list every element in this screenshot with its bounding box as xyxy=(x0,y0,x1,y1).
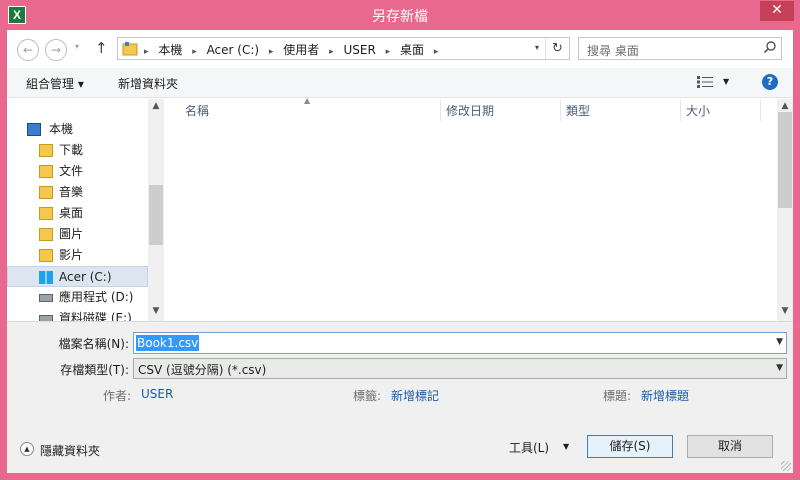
breadcrumb-item[interactable]: Acer (C:) xyxy=(207,43,260,57)
scrollbar-thumb[interactable] xyxy=(778,112,792,208)
title-label: 標題: xyxy=(603,389,632,403)
forward-button[interactable]: → xyxy=(45,39,67,61)
close-button[interactable]: ✕ xyxy=(760,1,794,21)
tree-item-downloads[interactable]: 下載 xyxy=(7,140,148,161)
tree-item-label: 桌面 xyxy=(59,206,84,220)
dialog-client: ← → ▾ ↑ ▸ 本機 ▸ Acer (C:) ▸ 使用者 ▸ USER ▸ … xyxy=(7,30,793,473)
title-bar: X 另存新檔 ✕ xyxy=(0,0,800,30)
title-field[interactable]: 新增標題 xyxy=(641,387,689,404)
breadcrumb-item[interactable]: 本機 xyxy=(158,43,182,57)
column-header-size[interactable]: 大小 xyxy=(686,99,710,123)
scrollbar-thumb[interactable] xyxy=(149,185,163,245)
column-divider[interactable] xyxy=(560,99,561,121)
desktop-folder-icon xyxy=(39,207,53,220)
tree-item-label: 資料磁碟 (E:) xyxy=(59,311,132,321)
help-icon[interactable]: ? xyxy=(762,74,778,90)
tags-label: 標籤: xyxy=(353,389,382,403)
documents-folder-icon xyxy=(39,165,53,178)
filetype-label: 存檔類型(T): xyxy=(60,363,129,377)
tree-item-drive-d[interactable]: 應用程式 (D:) xyxy=(7,287,148,308)
new-folder-button[interactable]: 新增資料夾 xyxy=(118,75,178,92)
music-folder-icon xyxy=(39,186,53,199)
search-placeholder: 搜尋 桌面 xyxy=(587,44,639,58)
sort-ascending-icon: ▲ xyxy=(304,96,311,105)
pictures-folder-icon xyxy=(39,228,53,241)
tree-item-label: 文件 xyxy=(59,164,84,178)
downloads-folder-icon xyxy=(39,144,53,157)
tags-field[interactable]: 新增標記 xyxy=(391,387,439,404)
tree-item-drive-e[interactable]: 資料磁碟 (E:) xyxy=(7,308,148,321)
tree-item-label: 影片 xyxy=(59,248,84,262)
chevron-down-icon[interactable]: ▼ xyxy=(776,363,783,373)
authors-field[interactable]: USER xyxy=(141,387,173,401)
tree-item-label: 圖片 xyxy=(59,227,84,241)
computer-icon xyxy=(27,123,41,136)
tree-item-music[interactable]: 音樂 xyxy=(7,182,148,203)
filename-value[interactable]: Book1.csv xyxy=(136,335,200,351)
tree-item-label: 音樂 xyxy=(59,185,84,199)
tree-item-label: 本機 xyxy=(49,122,74,136)
save-button[interactable]: 儲存(S) xyxy=(587,435,673,458)
authors-label: 作者: xyxy=(103,389,132,403)
filename-label: 檔案名稱(N): xyxy=(58,337,129,351)
tree-item-pictures[interactable]: 圖片 xyxy=(7,224,148,245)
view-options-icon[interactable] xyxy=(697,76,713,88)
back-button[interactable]: ← xyxy=(17,39,39,61)
tree-item-videos[interactable]: 影片 xyxy=(7,245,148,266)
save-options-panel: 檔案名稱(N): Book1.csv ▼ 存檔類型(T): CSV (逗號分隔)… xyxy=(7,321,793,473)
videos-folder-icon xyxy=(39,249,53,262)
chevron-down-icon[interactable]: ▼ xyxy=(776,337,783,347)
scroll-down-icon[interactable]: ▼ xyxy=(777,306,793,316)
command-toolbar: 組合管理 ▾ 新增資料夾 ▼ ? xyxy=(7,68,793,98)
tree-item-documents[interactable]: 文件 xyxy=(7,161,148,182)
cancel-button[interactable]: 取消 xyxy=(687,435,773,458)
breadcrumb: ▸ 本機 ▸ Acer (C:) ▸ 使用者 ▸ USER ▸ 桌面 ▸ xyxy=(144,43,439,57)
tree-item-desktop[interactable]: 桌面 xyxy=(7,203,148,224)
scroll-up-icon[interactable]: ▲ xyxy=(148,101,164,111)
hide-folders-label: 隱藏資料夾 xyxy=(40,444,101,458)
tools-button[interactable]: 工具(L) xyxy=(509,439,549,456)
refresh-button[interactable]: ↻ xyxy=(545,38,569,59)
navigation-pane-scrollbar[interactable]: ▲ ▼ xyxy=(148,99,164,321)
chevron-up-icon: ▲ xyxy=(20,442,34,456)
column-divider[interactable] xyxy=(680,99,681,121)
breadcrumb-item[interactable]: 使用者 xyxy=(283,43,319,57)
search-icon xyxy=(763,41,776,54)
resize-grip-icon[interactable] xyxy=(781,461,791,471)
tree-item-label: 下載 xyxy=(59,143,84,157)
window-title: 另存新檔 xyxy=(372,9,428,25)
folder-location-icon xyxy=(122,42,138,56)
column-header-date-modified[interactable]: 修改日期 xyxy=(446,99,494,123)
view-options-chevron-icon[interactable]: ▼ xyxy=(723,77,729,86)
tree-item-label: 應用程式 (D:) xyxy=(59,290,134,304)
search-input[interactable]: 搜尋 桌面 xyxy=(578,37,782,60)
filename-field[interactable]: Book1.csv ▼ xyxy=(133,332,787,354)
file-list-scrollbar[interactable]: ▲ ▼ xyxy=(777,99,793,321)
column-divider[interactable] xyxy=(760,99,761,121)
breadcrumb-item[interactable]: 桌面 xyxy=(400,43,424,57)
address-bar[interactable]: ▸ 本機 ▸ Acer (C:) ▸ 使用者 ▸ USER ▸ 桌面 ▸ ▾ ↻ xyxy=(117,37,570,60)
tree-item-label: Acer (C:) xyxy=(59,270,112,284)
navigation-pane: 本機 下載 文件 音樂 桌面 圖片 影片 Acer (C:) 應用程式 (D:)… xyxy=(7,99,164,321)
filetype-select[interactable]: CSV (逗號分隔) (*.csv) ▼ xyxy=(133,358,787,379)
scroll-up-icon[interactable]: ▲ xyxy=(777,101,793,111)
tools-chevron-icon[interactable]: ▼ xyxy=(563,442,569,451)
windows-drive-icon xyxy=(39,271,53,284)
column-header-name[interactable]: 名稱 xyxy=(185,99,209,123)
breadcrumb-item[interactable]: USER xyxy=(343,43,375,57)
up-button[interactable]: ↑ xyxy=(95,39,108,57)
column-divider[interactable] xyxy=(440,99,441,121)
scroll-down-icon[interactable]: ▼ xyxy=(148,306,164,316)
column-header-type[interactable]: 類型 xyxy=(566,99,590,123)
recent-locations-chevron-icon[interactable]: ▾ xyxy=(75,42,79,51)
filetype-value: CSV (逗號分隔) (*.csv) xyxy=(138,363,267,377)
tree-item-drive-c[interactable]: Acer (C:) xyxy=(7,266,148,287)
drive-icon xyxy=(39,294,53,302)
tree-item-this-pc[interactable]: 本機 xyxy=(7,119,148,140)
file-list[interactable]: ▲ 名稱 修改日期 類型 大小 ▲ ▼ xyxy=(164,96,793,321)
address-history-chevron-icon[interactable]: ▾ xyxy=(535,43,539,52)
organize-button[interactable]: 組合管理 ▾ xyxy=(26,75,84,92)
navigation-bar: ← → ▾ ↑ ▸ 本機 ▸ Acer (C:) ▸ 使用者 ▸ USER ▸ … xyxy=(7,30,793,68)
